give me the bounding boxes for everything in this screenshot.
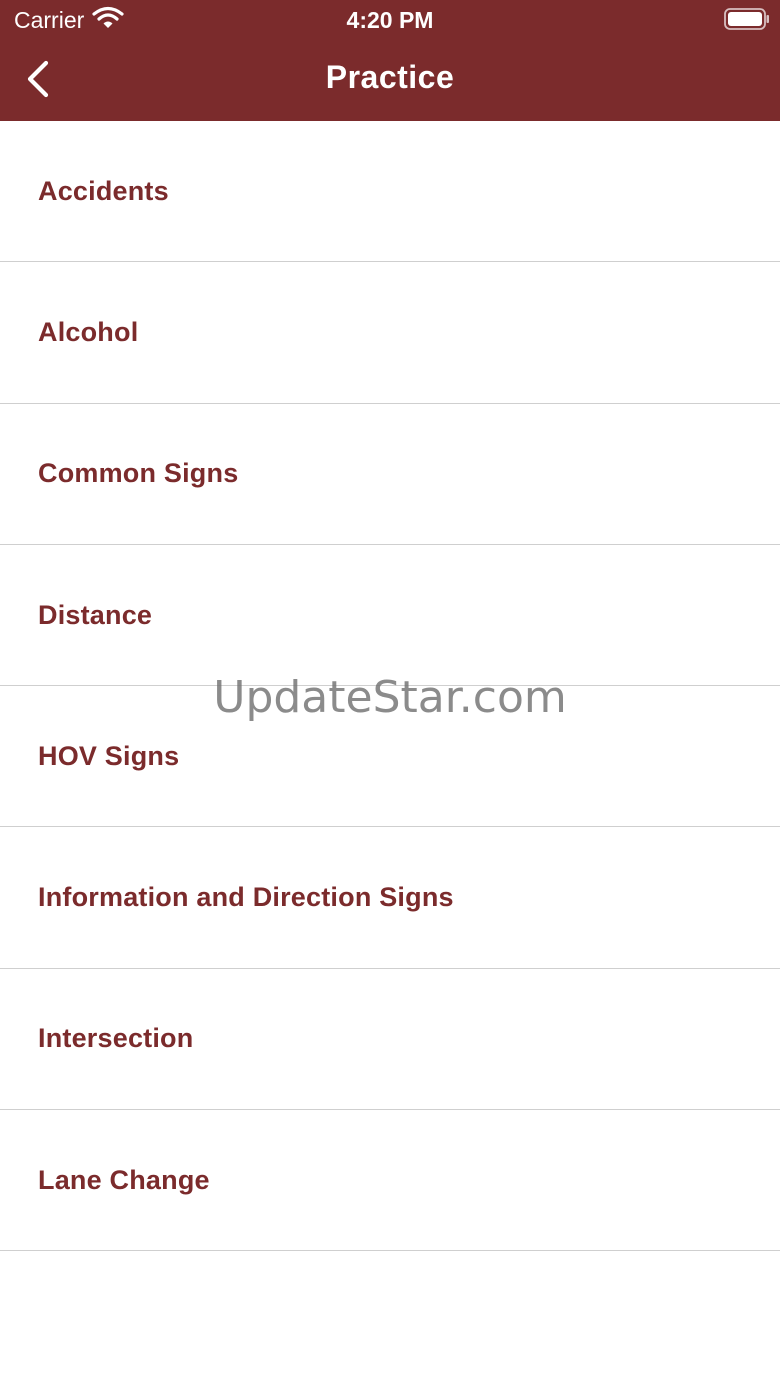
- list-item-hov-signs[interactable]: HOV Signs: [0, 686, 780, 828]
- list-item-lane-change[interactable]: Lane Change: [0, 1110, 780, 1252]
- list-item-label: Distance: [38, 599, 153, 630]
- list-item-label: Intersection: [38, 1023, 194, 1054]
- list-item-distance[interactable]: Distance: [0, 545, 780, 687]
- battery-icon: [724, 8, 769, 30]
- screen: Carrier 4:20 PM Practice Accidents Alcoh…: [0, 0, 780, 1387]
- list-item-label: Alcohol: [38, 316, 139, 347]
- header: Carrier 4:20 PM Practice: [0, 0, 780, 121]
- list-item-label: Common Signs: [38, 458, 239, 489]
- list-item-common-signs[interactable]: Common Signs: [0, 404, 780, 545]
- list-item-information-and-direction-signs[interactable]: Information and Direction Signs: [0, 827, 780, 969]
- page-title: Practice: [325, 59, 455, 95]
- list-item-label: Information and Direction Signs: [38, 882, 454, 913]
- status-bar: Carrier 4:20 PM: [0, 0, 780, 40]
- list-item-label: Accidents: [38, 175, 169, 206]
- list-item-label: Lane Change: [38, 1164, 210, 1195]
- navigation-bar: Practice: [0, 40, 780, 121]
- list-item-label: HOV Signs: [38, 740, 180, 771]
- list-item-accidents[interactable]: Accidents: [0, 121, 780, 263]
- list-item-intersection[interactable]: Intersection: [0, 969, 780, 1111]
- list-item-alcohol[interactable]: Alcohol: [0, 262, 780, 404]
- practice-topic-list: Accidents Alcohol Common Signs Distance …: [0, 121, 780, 1252]
- status-time: 4:20 PM: [346, 7, 434, 33]
